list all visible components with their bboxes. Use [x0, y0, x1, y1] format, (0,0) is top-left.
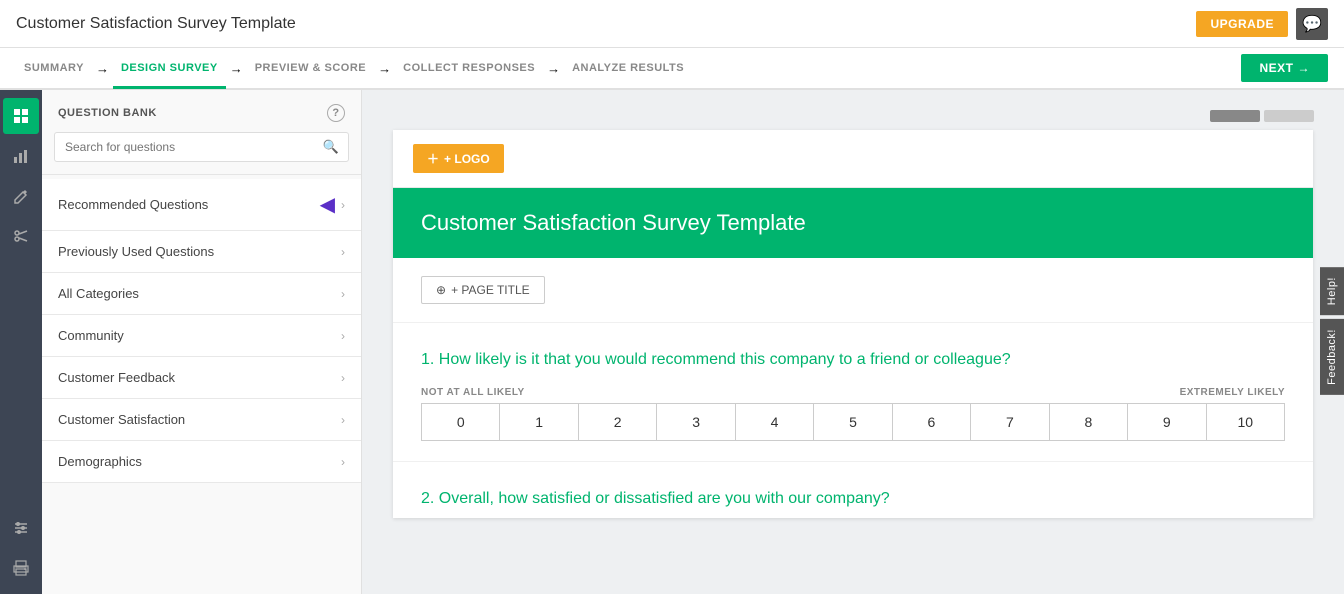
nav-step-preview[interactable]: PREVIEW & SCORE [247, 49, 374, 89]
icon-nav-print[interactable] [3, 550, 39, 586]
chevron-icon-previously-used: › [341, 245, 345, 259]
survey-header-band: Customer Satisfaction Survey Template [393, 188, 1313, 258]
nav-arrow-3: → [378, 61, 391, 76]
nps-scale: 0 1 2 3 4 5 6 7 8 9 10 [421, 403, 1285, 441]
nps-cell-2[interactable]: 2 [579, 404, 657, 440]
question-2-text: 2. Overall, how satisfied or dissatisfie… [393, 462, 1313, 518]
chevron-icon-customer-feedback: › [341, 371, 345, 385]
nav-step-summary[interactable]: SUMMARY [16, 49, 92, 89]
icon-nav-sliders[interactable] [3, 510, 39, 546]
chevron-icon-all-categories: › [341, 287, 345, 301]
side-tabs: Help! Feedback! [1320, 267, 1344, 395]
top-bar-actions: UPGRADE 💬 [1196, 8, 1328, 40]
icon-nav-chart[interactable] [3, 138, 39, 174]
upgrade-button[interactable]: UPGRADE [1196, 11, 1288, 37]
nav-bar: SUMMARY → DESIGN SURVEY → PREVIEW & SCOR… [0, 48, 1344, 90]
survey-title: Customer Satisfaction Survey Template [421, 210, 1285, 236]
nps-cell-5[interactable]: 5 [814, 404, 892, 440]
plus-icon: ＋ [427, 150, 439, 167]
question-bank-panel: QUESTION BANK ? 🔍 Recommended Questions … [42, 90, 362, 594]
nps-cell-9[interactable]: 9 [1128, 404, 1206, 440]
chevron-icon-recommended: › [341, 198, 345, 212]
question-1-block: 1. How likely is it that you would recom… [393, 323, 1313, 462]
question-bank-header: QUESTION BANK ? [42, 90, 361, 132]
search-input[interactable] [54, 132, 349, 162]
nps-cell-1[interactable]: 1 [500, 404, 578, 440]
main-content: ＋ + LOGO Customer Satisfaction Survey Te… [362, 90, 1344, 594]
nps-cell-6[interactable]: 6 [893, 404, 971, 440]
nav-arrow-1: → [96, 61, 109, 76]
survey-page-title-bar: ⊕ + PAGE TITLE [393, 258, 1313, 323]
nps-cell-3[interactable]: 3 [657, 404, 735, 440]
question-bank-search: 🔍 [54, 132, 349, 162]
survey-canvas: ＋ + LOGO Customer Satisfaction Survey Te… [393, 130, 1313, 518]
circle-plus-icon: ⊕ [436, 283, 446, 297]
nps-label-right: EXTREMELY LIKELY [1180, 387, 1285, 398]
nav-step-analyze[interactable]: ANALYZE RESULTS [564, 49, 692, 89]
next-button[interactable]: NEXT → [1241, 54, 1328, 82]
category-community[interactable]: Community › [42, 315, 361, 357]
nav-arrow-2: → [230, 61, 243, 76]
qb-divider [42, 174, 361, 175]
chat-button[interactable]: 💬 [1296, 8, 1328, 40]
category-all-categories[interactable]: All Categories › [42, 273, 361, 315]
category-demographics[interactable]: Demographics › [42, 441, 361, 483]
feedback-tab[interactable]: Feedback! [1320, 319, 1344, 395]
nps-labels: NOT AT ALL LIKELY EXTREMELY LIKELY [421, 387, 1285, 398]
nps-cell-10[interactable]: 10 [1207, 404, 1284, 440]
chevron-icon-customer-satisfaction: › [341, 413, 345, 427]
nav-arrow-4: → [547, 61, 560, 76]
question-1-text: 1. How likely is it that you would recom… [421, 351, 1285, 369]
app-title: Customer Satisfaction Survey Template [16, 15, 296, 33]
nps-cell-7[interactable]: 7 [971, 404, 1049, 440]
nps-label-left: NOT AT ALL LIKELY [421, 387, 525, 398]
scroll-controls [392, 110, 1314, 122]
question-bank-title: QUESTION BANK [58, 107, 157, 119]
chevron-icon-demographics: › [341, 455, 345, 469]
chevron-icon-community: › [341, 329, 345, 343]
icon-nav-scissors[interactable] [3, 218, 39, 254]
icon-nav-layers[interactable] [3, 98, 39, 134]
nav-step-collect[interactable]: COLLECT RESPONSES [395, 49, 543, 89]
page-title-button[interactable]: ⊕ + PAGE TITLE [421, 276, 545, 304]
nps-cell-0[interactable]: 0 [422, 404, 500, 440]
logo-button[interactable]: ＋ + LOGO [413, 144, 504, 173]
category-recommended[interactable]: Recommended Questions ◀ › [42, 179, 361, 231]
search-icon: 🔍 [323, 139, 339, 155]
scroll-down-btn[interactable] [1264, 110, 1314, 122]
survey-logo-bar: ＋ + LOGO [393, 130, 1313, 188]
icon-nav [0, 90, 42, 594]
help-tab[interactable]: Help! [1320, 267, 1344, 315]
question-bank-help-icon[interactable]: ? [327, 104, 345, 122]
category-customer-satisfaction[interactable]: Customer Satisfaction › [42, 399, 361, 441]
nav-steps: SUMMARY → DESIGN SURVEY → PREVIEW & SCOR… [16, 48, 692, 88]
nps-cell-4[interactable]: 4 [736, 404, 814, 440]
nps-cell-8[interactable]: 8 [1050, 404, 1128, 440]
main-layout: QUESTION BANK ? 🔍 Recommended Questions … [0, 90, 1344, 594]
category-previously-used[interactable]: Previously Used Questions › [42, 231, 361, 273]
category-customer-feedback[interactable]: Customer Feedback › [42, 357, 361, 399]
icon-nav-pencil[interactable] [3, 178, 39, 214]
recommended-arrow-indicator: ◀ [320, 192, 335, 217]
top-bar: Customer Satisfaction Survey Template UP… [0, 0, 1344, 48]
scroll-up-btn[interactable] [1210, 110, 1260, 122]
nav-step-design[interactable]: DESIGN SURVEY [113, 49, 226, 89]
